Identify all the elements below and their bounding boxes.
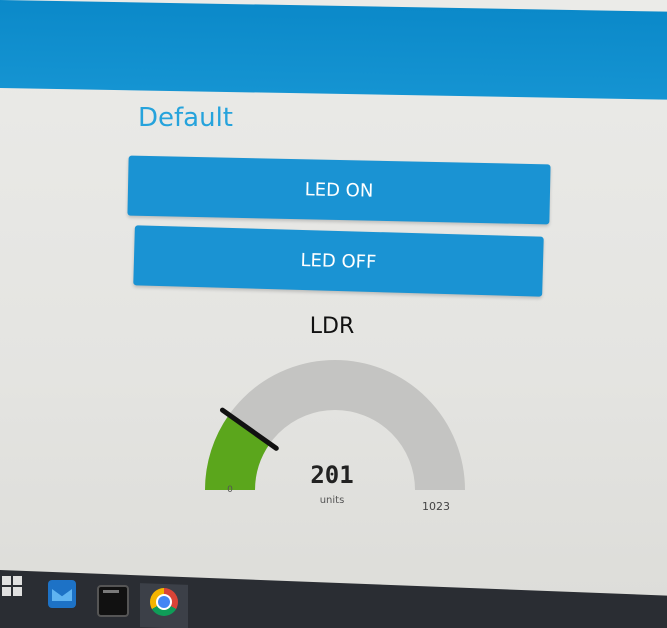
ldr-gauge: 201 units 0 1023	[205, 360, 465, 513]
gauge-title: LDR	[309, 314, 355, 339]
led-on-button[interactable]: LED ON	[127, 155, 551, 225]
led-off-button[interactable]: LED OFF	[133, 225, 544, 297]
group-title: Default	[138, 103, 233, 133]
dashboard-screen: Default LED ON LED OFF LDR 201 units 0 1…	[0, 0, 667, 628]
windows-start-icon[interactable]	[2, 576, 22, 596]
gauge-max-label: 1023	[422, 500, 450, 513]
header-bar	[0, 0, 667, 100]
mail-icon[interactable]	[48, 580, 76, 608]
gauge-fill	[205, 414, 271, 491]
gauge-min-label: 0	[227, 485, 233, 495]
chrome-icon[interactable]	[150, 588, 178, 616]
gauge-value: 201	[310, 461, 353, 489]
terminal-icon[interactable]	[97, 585, 129, 617]
gauge-units: units	[320, 495, 345, 506]
